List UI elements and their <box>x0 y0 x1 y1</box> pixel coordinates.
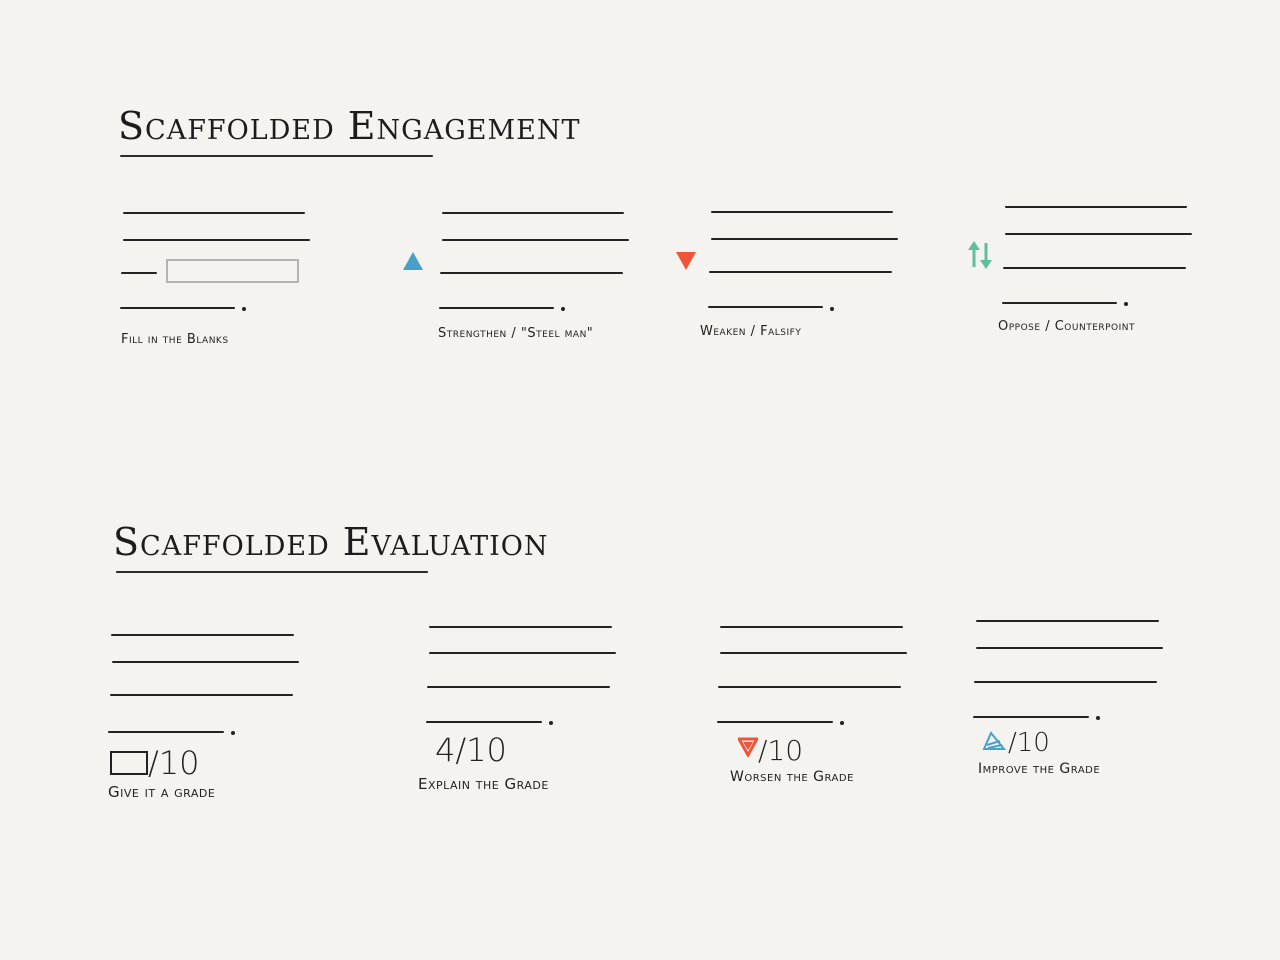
text-line <box>442 212 624 214</box>
text-line <box>973 716 1089 718</box>
text-line <box>1005 233 1192 235</box>
text-line <box>718 686 901 688</box>
text-line <box>429 626 612 628</box>
evaluation-title-underline <box>116 571 428 573</box>
up-down-arrows-icon <box>968 241 992 269</box>
grade-denominator: /10 <box>758 734 804 767</box>
text-line <box>720 626 903 628</box>
triangle-down-icon <box>676 252 696 270</box>
caption-explain-grade: Explain the Grade <box>418 775 549 793</box>
text-line <box>426 721 542 723</box>
text-line <box>976 647 1163 649</box>
caption-worsen-grade: Worsen the Grade <box>730 769 854 785</box>
engagement-title-underline <box>120 155 433 157</box>
text-line <box>708 306 823 308</box>
text-line <box>108 731 224 733</box>
text-line <box>717 721 833 723</box>
caption-weaken: Weaken / Falsify <box>700 324 802 339</box>
caption-fill-blanks: Fill in the Blanks <box>121 332 229 347</box>
text-line <box>121 272 157 274</box>
grade-denominator: /10 <box>1008 728 1050 758</box>
text-line <box>720 652 907 654</box>
text-line <box>112 661 299 663</box>
text-line <box>439 307 554 309</box>
text-line <box>709 271 892 273</box>
text-line <box>976 620 1159 622</box>
text-line <box>1005 206 1187 208</box>
period-dot <box>561 307 565 311</box>
grade-input-box[interactable] <box>110 751 148 775</box>
text-line <box>429 652 616 654</box>
text-line <box>123 239 310 241</box>
blank-input-box[interactable] <box>166 259 299 283</box>
text-line <box>1003 267 1186 269</box>
text-line <box>427 686 610 688</box>
caption-give-grade: Give it a grade <box>108 783 216 801</box>
caption-strengthen: Strengthen / "Steel man" <box>438 326 594 341</box>
text-line <box>123 212 305 214</box>
text-line <box>711 211 893 213</box>
period-dot <box>840 721 844 725</box>
period-dot <box>242 307 246 311</box>
text-line <box>120 307 235 309</box>
text-line <box>711 238 898 240</box>
text-line <box>111 634 294 636</box>
text-line <box>440 272 623 274</box>
caption-improve-grade: Improve the Grade <box>978 761 1101 777</box>
grade-value: 4/10 <box>435 731 507 769</box>
period-dot <box>231 731 235 735</box>
triangle-down-icon <box>738 737 758 757</box>
grade-denominator: /10 <box>148 744 200 782</box>
engagement-title: Scaffolded Engagement <box>118 104 581 148</box>
caption-oppose: Oppose / Counterpoint <box>998 319 1136 334</box>
period-dot <box>549 721 553 725</box>
text-line <box>974 681 1157 683</box>
evaluation-title: Scaffolded Evaluation <box>113 520 549 564</box>
pencil-icon <box>982 731 1006 750</box>
period-dot <box>1096 716 1100 720</box>
text-line <box>1002 302 1117 304</box>
text-line <box>110 694 293 696</box>
period-dot <box>1124 302 1128 306</box>
period-dot <box>830 307 834 311</box>
canvas: Scaffolded Engagement Fill in the Blanks… <box>0 0 1280 960</box>
triangle-up-icon <box>403 252 423 270</box>
text-line <box>442 239 629 241</box>
